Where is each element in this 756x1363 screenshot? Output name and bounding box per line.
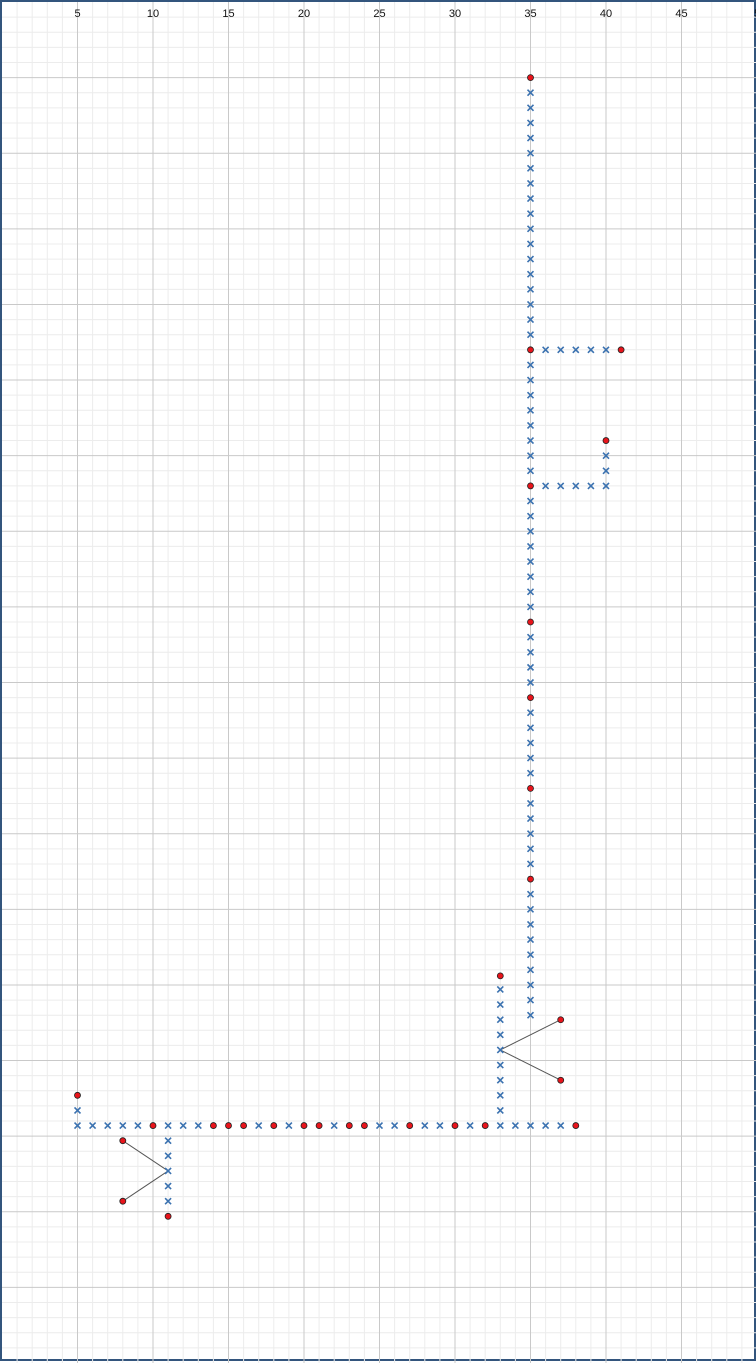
x-tick-label: 45 [675,8,687,20]
x-tick-label: 40 [600,8,612,20]
circle-marker [527,74,534,82]
plot-area: 510152025303540455 [0,0,756,1363]
cross-markers [73,89,610,1205]
x-tick-label: 30 [449,8,461,20]
circle-marker [345,1122,353,1129]
circle-marker [164,1212,172,1220]
circle-marker [451,1122,459,1129]
circle-marker [557,1016,565,1024]
circle-marker [557,1076,565,1084]
circle-marker [119,1137,127,1145]
x-tick-label: 10 [147,8,159,20]
x-tick-label: 25 [373,8,385,20]
circle-marker [572,1122,580,1129]
x-tick-label: 35 [524,8,536,20]
x-tick-label: 5 [74,8,80,20]
circle-marker [74,1091,81,1099]
circle-marker [270,1122,278,1129]
circle-marker [617,346,625,354]
circle-marker [527,346,534,354]
circle-marker [149,1122,157,1129]
x-tick-label: 15 [222,8,234,20]
x-tick-labels: 510152025303540455 [74,8,756,20]
circle-marker [315,1122,323,1129]
circle-marker [527,784,534,792]
circle-marker [209,1122,217,1129]
connector-lines [122,1019,561,1202]
circle-marker [240,1122,248,1129]
circle-marker [527,875,534,883]
circle-marker [406,1122,414,1129]
circle-marker [527,618,534,626]
circle-marker [119,1197,127,1205]
circle-marker [481,1122,489,1129]
circle-marker [527,482,534,490]
x-tick-label: 20 [298,8,310,20]
chart-svg: 510152025303540455 [2,2,756,1363]
circle-marker [300,1122,308,1129]
circle-marker [360,1122,368,1129]
circle-marker [602,437,610,444]
circle-marker [496,972,504,980]
circle-marker [225,1122,232,1129]
major-gridlines [2,2,756,1363]
circle-marker [527,694,534,702]
